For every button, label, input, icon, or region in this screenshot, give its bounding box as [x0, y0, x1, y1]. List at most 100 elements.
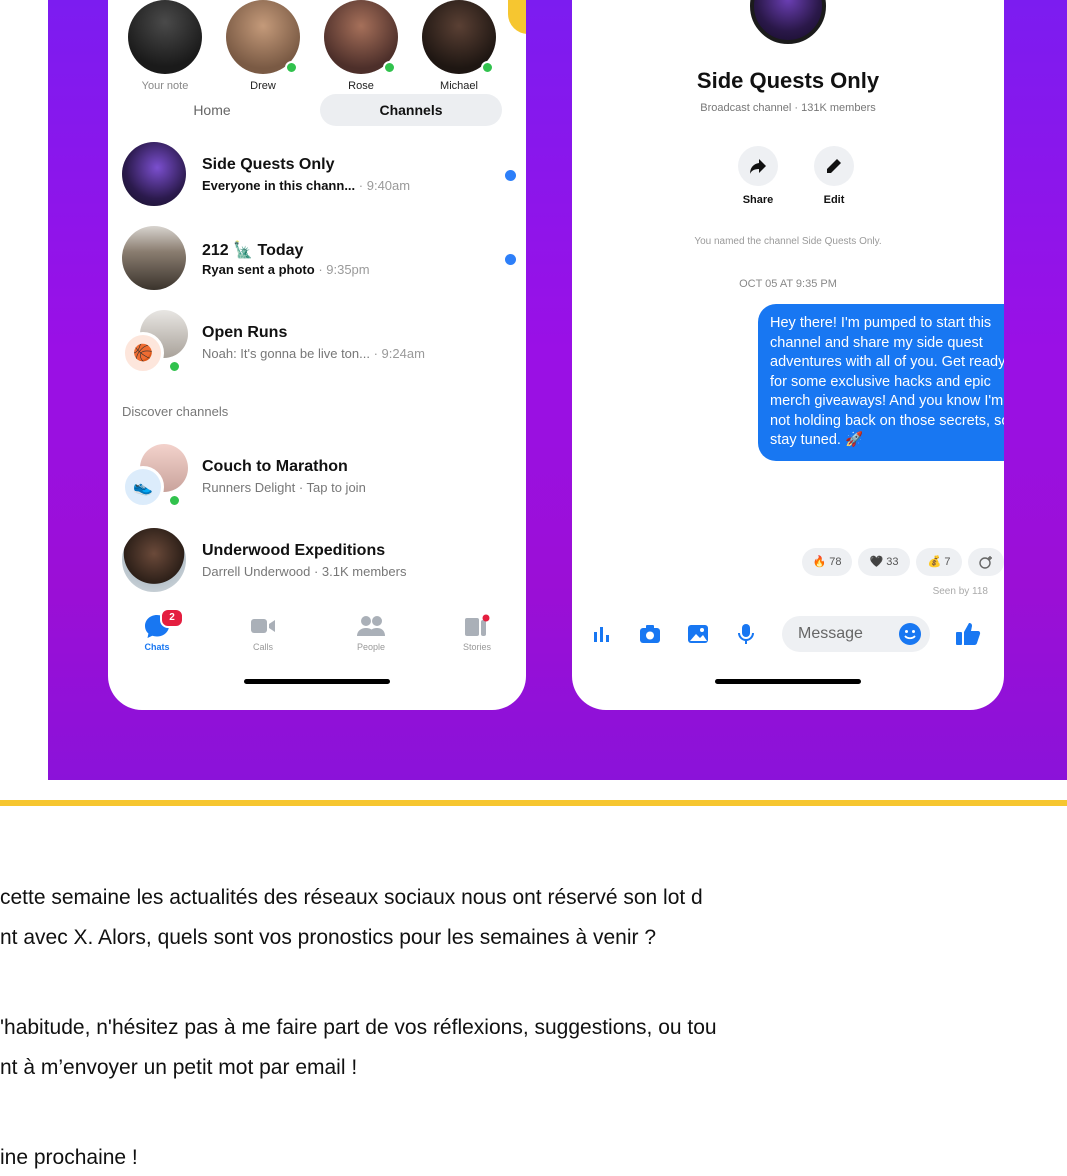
chats-badge: 2: [160, 608, 184, 628]
add-reaction-button[interactable]: [968, 548, 1004, 576]
thumbs-up-icon: [956, 623, 981, 645]
reaction-count: 33: [886, 556, 899, 568]
nav-stories[interactable]: Stories: [442, 612, 512, 652]
smiley-icon: [899, 623, 921, 645]
like-button[interactable]: [954, 620, 982, 648]
chat-avatar: [122, 142, 186, 206]
nav-label: Chats: [144, 642, 170, 652]
nav-label: Calls: [252, 642, 273, 652]
chat-row-side-quests[interactable]: Side Quests Only Everyone in this chann.…: [122, 142, 516, 212]
mic-button[interactable]: [732, 620, 760, 648]
edit-label: Edit: [823, 194, 845, 206]
chat-preview: Everyone in this chann...: [202, 178, 356, 193]
phone-channel-screen: Side Quests Only Broadcast channel · 131…: [572, 0, 1004, 710]
message-composer: [588, 616, 988, 652]
online-indicator: [383, 61, 396, 74]
channel-sub: Darrell Underwood · 3.1K members: [202, 564, 407, 579]
gallery-button[interactable]: [684, 620, 712, 648]
chat-preview: Noah: It's gonna be live ton...: [202, 346, 370, 361]
online-indicator: [285, 61, 298, 74]
chat-avatar: [122, 226, 186, 290]
share-button[interactable]: Share: [728, 146, 788, 206]
reaction-heart[interactable]: 🖤 33: [858, 548, 910, 576]
nav-people[interactable]: People: [336, 612, 406, 652]
tab-channels[interactable]: Channels: [320, 94, 502, 126]
share-label: Share: [742, 194, 774, 206]
channel-sub: Runners Delight · Tap to join: [202, 480, 366, 495]
chat-preview: Ryan sent a photo: [202, 262, 315, 277]
nav-chats[interactable]: 2 Chats: [122, 608, 192, 652]
story-rose[interactable]: Rose: [316, 0, 406, 92]
home-indicator: [715, 679, 861, 684]
pencil-icon: [827, 159, 841, 173]
camera-button[interactable]: [636, 620, 664, 648]
chat-time: · 9:24am: [373, 346, 425, 361]
money-bag-icon: 💰: [927, 556, 942, 568]
channel-title: Side Quests Only: [696, 68, 880, 93]
chat-title: Open Runs: [202, 324, 288, 341]
heart-icon: 🖤: [869, 556, 884, 568]
story-drew[interactable]: Drew: [218, 0, 308, 92]
image-icon: [688, 625, 708, 643]
shoe-icon: 👟: [122, 466, 164, 508]
channel-subtitle: Broadcast channel · 131K members: [700, 102, 876, 114]
edit-button[interactable]: Edit: [804, 146, 864, 206]
channel-row-couch-to-marathon[interactable]: 👟 Couch to Marathon Runners Delight · Ta…: [122, 444, 516, 514]
unread-dot: [505, 170, 516, 181]
reaction-money[interactable]: 💰 7: [916, 548, 962, 576]
chat-avatar: [122, 528, 186, 592]
article-text-line: ine prochaine !: [0, 1146, 138, 1169]
video-camera-icon: [251, 619, 275, 633]
phone-chats-screen: Your note Drew Rose Michael Home Channel…: [108, 0, 526, 710]
story-avatar: [128, 0, 202, 74]
online-indicator: [481, 61, 494, 74]
chat-title: Side Quests Only: [202, 156, 335, 173]
story-avatar: [422, 0, 496, 74]
channel-avatar: [750, 0, 826, 44]
article-text-line: cette semaine les actualités des réseaux…: [0, 886, 703, 909]
channel-title: Underwood Expeditions: [202, 542, 386, 559]
home-indicator: [244, 679, 390, 684]
system-note: You named the channel Side Quests Only.: [694, 236, 882, 247]
online-indicator: [168, 360, 181, 373]
message-bubble[interactable]: Hey there! I'm pumped to start this chan…: [758, 304, 1004, 461]
add-reaction-icon: [979, 556, 992, 569]
chat-preview-line: Everyone in this chann... · 9:40am: [202, 178, 410, 193]
story-name: Michael: [440, 80, 478, 92]
reaction-count: 78: [829, 556, 842, 568]
emoji-button[interactable]: [896, 620, 924, 648]
seen-by: Seen by 118: [932, 586, 988, 597]
channel-row-underwood[interactable]: Underwood Expeditions Darrell Underwood …: [122, 528, 516, 598]
nav-label: People: [356, 642, 386, 652]
reaction-fire[interactable]: 🔥 78: [802, 548, 852, 576]
story-michael[interactable]: Michael: [414, 0, 504, 92]
tab-home[interactable]: Home: [122, 94, 302, 126]
story-name: Your note: [141, 80, 189, 92]
story-avatar: [226, 0, 300, 74]
story-name: Drew: [250, 80, 276, 92]
story-partial: [508, 0, 526, 34]
camera-icon: [640, 625, 660, 643]
basketball-icon: 🏀: [122, 332, 164, 374]
date-separator: OCT 05 AT 9:35 PM: [739, 278, 837, 290]
more-actions-button[interactable]: [588, 620, 616, 648]
microphone-icon: [738, 624, 754, 644]
chat-row-212-today[interactable]: 212 🗽 Today Ryan sent a photo · 9:35pm: [122, 226, 516, 296]
fire-icon: 🔥: [812, 556, 827, 568]
nav-calls[interactable]: Calls: [228, 612, 298, 652]
chat-tabs: Home Channels: [122, 94, 502, 126]
chat-row-open-runs[interactable]: 🏀 Open Runs Noah: It's gonna be live ton…: [122, 310, 516, 380]
chat-preview-line: Ryan sent a photo · 9:35pm: [202, 262, 370, 277]
section-divider: [0, 800, 1067, 806]
unread-dot: [505, 254, 516, 265]
bar-chart-icon: [594, 627, 609, 642]
reaction-count: 7: [944, 556, 951, 568]
story-your-note[interactable]: Your note: [120, 0, 210, 92]
article-text-line: 'habitude, n'hésitez pas à me faire part…: [0, 1016, 717, 1039]
share-arrow-icon: [750, 159, 766, 174]
chat-title: 212 🗽 Today: [202, 242, 304, 259]
people-icon: [357, 616, 385, 636]
article-text-line: nt à m’envoyer un petit mot par email !: [0, 1056, 358, 1079]
article-text-line: nt avec X. Alors, quels sont vos pronost…: [0, 926, 656, 949]
stories-icon: [465, 614, 490, 636]
